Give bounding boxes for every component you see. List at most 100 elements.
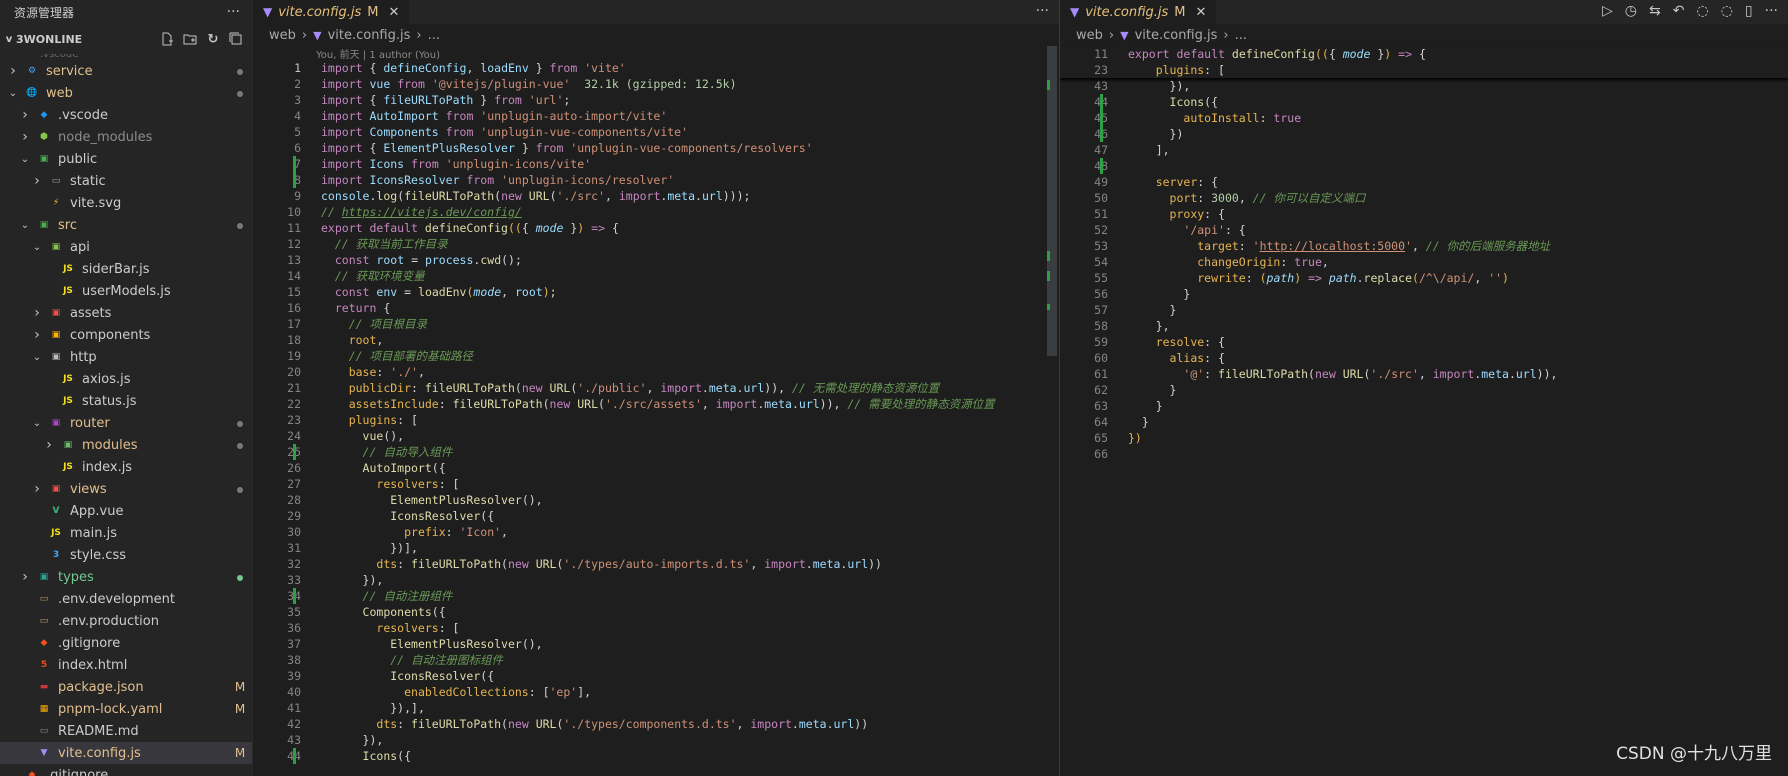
git-added-marker[interactable] [293, 748, 296, 764]
code-line[interactable]: 64 } [1060, 414, 1788, 430]
code-line[interactable]: 47 ], [1060, 142, 1788, 158]
code-line[interactable]: 24 vue(), [253, 428, 1059, 444]
breadcrumb-item[interactable]: web [269, 28, 296, 43]
code-line[interactable]: 22 assetsInclude: fileURLToPath(new URL(… [253, 396, 1059, 412]
chevron-down-icon[interactable]: ⌄ [30, 242, 44, 253]
code-line[interactable]: 14 // 获取环境变量 [253, 268, 1059, 284]
tree-item[interactable]: ⚡ vite.svg [0, 192, 252, 214]
refresh-icon[interactable]: ↻ [205, 31, 221, 47]
code-line[interactable]: 49 server: { [1060, 174, 1788, 190]
git-added-marker[interactable] [293, 588, 296, 604]
chevron-down-icon[interactable]: ⌄ [30, 352, 44, 363]
code-line[interactable]: 16 return { [253, 300, 1059, 316]
code-line[interactable]: 41 }),], [253, 700, 1059, 716]
code-line[interactable]: 4 import AutoImport from 'unplugin-auto-i… [253, 108, 1059, 124]
tree-item[interactable]: › ⬢ node_modules [0, 126, 252, 148]
breadcrumb-item[interactable]: web [1076, 28, 1103, 43]
code-line[interactable]: 58 }, [1060, 318, 1788, 334]
chevron-right-icon[interactable]: › [42, 437, 56, 453]
code-line[interactable]: 66 [1060, 446, 1788, 462]
code-line[interactable]: 61 '@': fileURLToPath(new URL('./src', i… [1060, 366, 1788, 382]
code-line[interactable]: 13 const root = process.cwd(); [253, 252, 1059, 268]
chevron-right-icon[interactable]: › [18, 107, 32, 123]
code-line[interactable]: 48 [1060, 158, 1788, 174]
tree-item[interactable]: ◆ .gitignore [0, 632, 252, 654]
tree-item[interactable]: JS siderBar.js [0, 258, 252, 280]
tree-item[interactable]: › ▣ modules [0, 434, 252, 456]
close-icon[interactable]: ✕ [389, 5, 400, 20]
tree-item[interactable]: ▦ pnpm-lock.yaml M [0, 698, 252, 720]
code-line[interactable]: 63 } [1060, 398, 1788, 414]
tree-item[interactable]: ⌄ ▣ api [0, 236, 252, 258]
code-line[interactable]: 50 port: 3000, // 你可以自定义端口 [1060, 190, 1788, 206]
tree-item[interactable]: ⌄ ▣ src [0, 214, 252, 236]
code-line[interactable]: 32 dts: fileURLToPath(new URL('./types/a… [253, 556, 1059, 572]
tree-item[interactable]: ⌄ ▣ public [0, 148, 252, 170]
sticky-scroll[interactable]: 11 export default defineConfig(({ mode })… [1060, 46, 1788, 78]
code-line[interactable]: 56 } [1060, 286, 1788, 302]
chevron-right-icon[interactable]: › [30, 305, 44, 321]
code-line[interactable]: 2 import vue from '@vitejs/plugin-vue' 32… [253, 76, 1059, 92]
tree-item[interactable]: JS status.js [0, 390, 252, 412]
timeline-icon[interactable]: ◷ [1625, 3, 1637, 19]
code-line[interactable]: 3 import { fileURLToPath } from 'url'; [253, 92, 1059, 108]
chevron-right-icon[interactable]: › [6, 63, 20, 79]
code-line[interactable]: 20 base: './', [253, 364, 1059, 380]
code-editor-right[interactable]: 43 }),44 Icons({45 autoInstall: true46 }… [1060, 78, 1788, 462]
code-line[interactable]: 54 changeOrigin: true, [1060, 254, 1788, 270]
code-line[interactable]: 33 }), [253, 572, 1059, 588]
chevron-right-icon[interactable]: › [30, 481, 44, 497]
code-line[interactable]: 38 // 自动注册图标组件 [253, 652, 1059, 668]
tree-item[interactable]: ▭ README.md [0, 720, 252, 742]
code-line[interactable]: 53 target: 'http://localhost:5000', // 你… [1060, 238, 1788, 254]
chevron-down-icon[interactable]: ⌄ [18, 220, 32, 231]
chevron-right-icon[interactable]: › [18, 129, 32, 145]
code-line[interactable]: 8 import IconsResolver from 'unplugin-ico… [253, 172, 1059, 188]
breadcrumb-item[interactable]: vite.config.js [328, 28, 411, 43]
go-back-icon[interactable]: ↶ [1673, 3, 1685, 19]
tree-item[interactable]: › ◆ .vscode [0, 104, 252, 126]
next-change-icon[interactable]: ◌ [1721, 3, 1733, 19]
code-line[interactable]: 37 ElementPlusResolver(), [253, 636, 1059, 652]
code-line[interactable]: 43 }), [253, 732, 1059, 748]
code-line[interactable]: 44 Icons({ [253, 748, 1059, 764]
collapse-all-icon[interactable] [228, 31, 244, 47]
code-line[interactable]: 57 } [1060, 302, 1788, 318]
tab-vite-config-right[interactable]: ▼ vite.config.js M ✕ [1060, 0, 1217, 24]
code-line[interactable]: 10 // https://vitejs.dev/config/ [253, 204, 1059, 220]
tree-item[interactable]: › ▣ components [0, 324, 252, 346]
tree-item[interactable]: › ▭ static [0, 170, 252, 192]
more-actions-icon[interactable]: ··· [1765, 3, 1778, 19]
code-line[interactable]: 23 plugins: [ [1060, 62, 1788, 78]
code-line[interactable]: 19 // 项目部署的基础路径 [253, 348, 1059, 364]
breadcrumb-item[interactable]: vite.config.js [1135, 28, 1218, 43]
workspace-section-header[interactable]: v 3WONLINE ↻ [0, 24, 252, 54]
code-line[interactable]: 62 } [1060, 382, 1788, 398]
git-added-marker[interactable] [1100, 158, 1103, 174]
code-line[interactable]: 34 // 自动注册组件 [253, 588, 1059, 604]
code-line[interactable]: 52 '/api': { [1060, 222, 1788, 238]
chevron-down-icon[interactable]: ⌄ [18, 154, 32, 165]
code-line[interactable]: 35 Components({ [253, 604, 1059, 620]
compare-changes-icon[interactable]: ⇆ [1649, 3, 1661, 19]
breadcrumb-item[interactable]: ... [1235, 28, 1247, 43]
code-line[interactable]: 15 const env = loadEnv(mode, root); [253, 284, 1059, 300]
code-line[interactable]: 28 ElementPlusResolver(), [253, 492, 1059, 508]
tab-vite-config-left[interactable]: ▼ vite.config.js M ✕ [253, 0, 410, 24]
tree-item[interactable]: 5 index.html [0, 654, 252, 676]
tree-item[interactable]: ⌄ ▣ router [0, 412, 252, 434]
git-added-marker[interactable] [1100, 94, 1103, 142]
split-editor-icon[interactable]: ▯ [1745, 3, 1753, 19]
code-line[interactable]: 43 }), [1060, 78, 1788, 94]
code-line[interactable]: 55 rewrite: (path) => path.replace(/^\/a… [1060, 270, 1788, 286]
minimap[interactable] [1045, 46, 1059, 776]
tree-item[interactable]: JS userModels.js [0, 280, 252, 302]
run-icon[interactable]: ▷ [1602, 3, 1613, 19]
code-line[interactable]: 59 resolve: { [1060, 334, 1788, 350]
code-line[interactable]: 25 // 自动导入组件 [253, 444, 1059, 460]
code-line[interactable]: 9 console.log(fileURLToPath(new URL('./sr… [253, 188, 1059, 204]
code-line[interactable]: 23 plugins: [ [253, 412, 1059, 428]
code-line[interactable]: 31 })], [253, 540, 1059, 556]
chevron-right-icon[interactable]: › [18, 569, 32, 585]
code-line[interactable]: 11 export default defineConfig(({ mode })… [253, 220, 1059, 236]
